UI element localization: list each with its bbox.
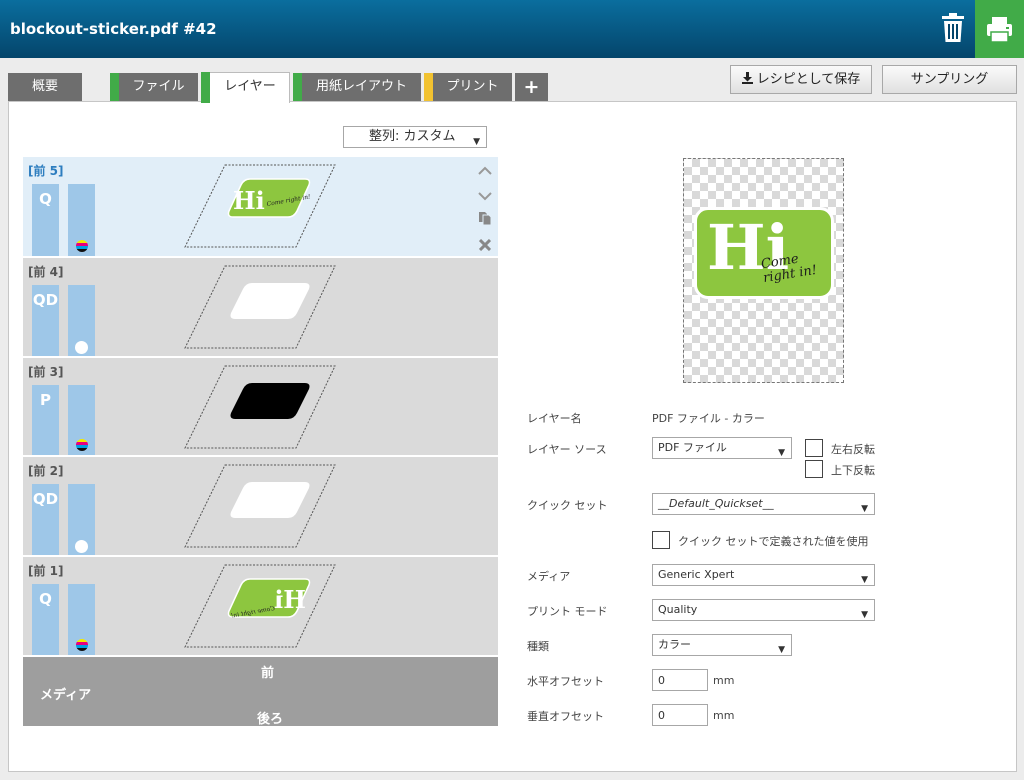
close-icon[interactable] [476, 234, 494, 259]
type-label: 種類 [527, 640, 549, 653]
layer-name-value: PDF ファイル - カラー [652, 412, 765, 425]
tab-layers[interactable]: レイヤー [201, 72, 290, 103]
chevron-up-icon[interactable] [476, 159, 494, 184]
white-ink-icon [75, 540, 88, 553]
media-select[interactable]: Generic Xpert ▼ [652, 564, 875, 586]
layer-label: [前 4] [28, 265, 64, 279]
side-bar [68, 184, 95, 256]
copy-icon[interactable] [476, 209, 494, 234]
layer-label: [前 5] [28, 164, 64, 178]
vertical-offset-unit: mm [713, 709, 735, 722]
layer-row-front-1[interactable]: [前 1] Q Hi Come right in! [23, 557, 498, 655]
sort-dropdown[interactable]: 整列: カスタム ▼ [343, 126, 487, 148]
side-bar [68, 285, 95, 356]
sticker-artwork: Hi Come right in! [694, 207, 834, 299]
trash-icon[interactable] [937, 11, 969, 45]
flip-vertical-checkbox[interactable] [805, 460, 823, 478]
horizontal-offset-input[interactable] [652, 669, 708, 691]
chevron-down-icon: ▼ [778, 645, 785, 655]
quickset-select[interactable]: __Default_Quickset__ ▼ [652, 493, 875, 515]
layer-row-front-3[interactable]: [前 3] P [23, 358, 498, 455]
layer-source-label: レイヤー ソース [527, 443, 607, 456]
white-ink-icon [75, 341, 88, 354]
ink-badge: QD [32, 285, 59, 356]
add-tab-button[interactable]: + [515, 73, 548, 101]
chevron-down-icon: ▼ [861, 610, 868, 620]
tab-overview[interactable]: 概要 [8, 73, 82, 101]
layer-thumbnail [184, 464, 336, 548]
chevron-down-icon[interactable] [476, 184, 494, 209]
svg-text:Hi: Hi [274, 585, 306, 614]
download-icon [741, 67, 753, 94]
print-mode-select[interactable]: Quality ▼ [652, 599, 875, 621]
horizontal-offset-unit: mm [713, 674, 735, 687]
layer-thumbnail [184, 265, 336, 349]
layer-preview: Hi Come right in! [683, 158, 844, 383]
tab-file[interactable]: ファイル [110, 73, 198, 101]
job-title: blockout-sticker.pdf #42 [10, 20, 217, 38]
vertical-offset-label: 垂直オフセット [527, 710, 604, 723]
layer-thumbnail: Hi Come right in! [184, 564, 336, 648]
layer-row-front-4[interactable]: [前 4] QD [23, 258, 498, 356]
flip-vertical-label: 上下反転 [831, 464, 875, 477]
cmyk-icon [76, 639, 88, 651]
chevron-down-icon: ▼ [861, 575, 868, 585]
chevron-down-icon: ▼ [473, 137, 480, 147]
chevron-down-icon: ▼ [861, 504, 868, 514]
back-label: 後ろ [257, 712, 284, 727]
quickset-label: クイック セット [527, 499, 608, 512]
flip-horizontal-checkbox[interactable] [805, 439, 823, 457]
layer-thumbnail: Hi Come right in! [184, 164, 336, 248]
vertical-offset-input[interactable] [652, 704, 708, 726]
front-label: 前 [261, 666, 275, 681]
use-quickset-checkbox[interactable] [652, 531, 670, 549]
layer-label: [前 1] [28, 564, 64, 578]
layer-row-front-5[interactable]: [前 5] Q Hi Come right in! [23, 157, 498, 256]
cmyk-icon [76, 439, 88, 451]
side-bar [68, 484, 95, 555]
layer-name-label: レイヤー名 [527, 412, 582, 425]
tab-paper-layout[interactable]: 用紙レイアウト [293, 73, 421, 101]
chevron-down-icon: ▼ [778, 448, 785, 458]
save-as-recipe-button[interactable]: レシピとして保存 [730, 65, 872, 94]
use-quickset-label: クイック セットで定義された値を使用 [678, 535, 869, 548]
ink-badge: Q [32, 184, 59, 256]
media-bar: メディア 前 後ろ [23, 657, 498, 727]
layer-label: [前 2] [28, 464, 64, 478]
tab-print[interactable]: プリント [424, 73, 512, 101]
media-label: メディア [40, 688, 92, 703]
layer-row-front-2[interactable]: [前 2] QD [23, 457, 498, 555]
horizontal-offset-label: 水平オフセット [527, 675, 604, 688]
printer-icon [987, 17, 1012, 43]
media-label: メディア [527, 570, 571, 583]
ink-badge: P [32, 385, 59, 455]
ink-badge: QD [32, 484, 59, 555]
ink-badge: Q [32, 584, 59, 655]
plus-icon: + [523, 76, 540, 98]
flip-horizontal-label: 左右反転 [831, 443, 875, 456]
app-header: blockout-sticker.pdf #42 [0, 0, 1024, 58]
print-button[interactable] [975, 0, 1024, 58]
layer-source-select[interactable]: PDF ファイル ▼ [652, 437, 792, 459]
sampling-button[interactable]: サンプリング [882, 65, 1017, 94]
print-mode-label: プリント モード [527, 605, 608, 618]
side-bar [68, 584, 95, 655]
type-select[interactable]: カラー ▼ [652, 634, 792, 656]
layer-label: [前 3] [28, 365, 64, 379]
side-bar [68, 385, 95, 455]
svg-text:Hi: Hi [233, 186, 265, 215]
layer-thumbnail [184, 365, 336, 449]
cmyk-icon [76, 240, 88, 252]
